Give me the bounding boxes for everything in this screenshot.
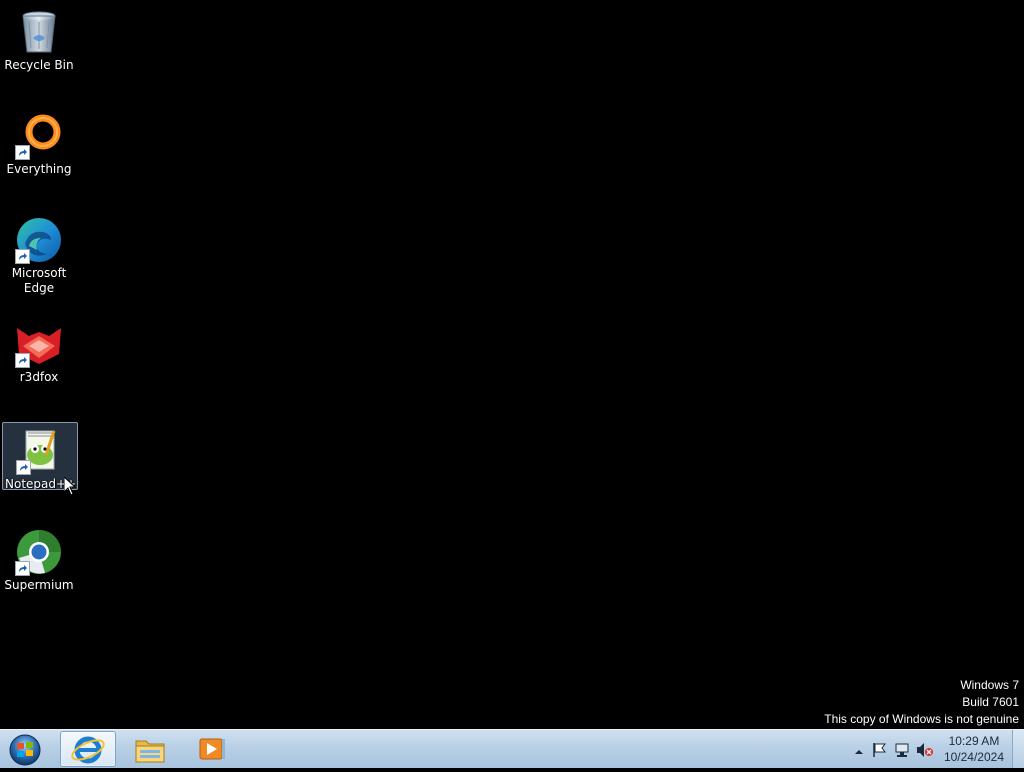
mouse-cursor-icon [63, 475, 77, 500]
notification-area: 10:29 AM 10/24/2024 [834, 730, 1024, 768]
media-player-icon [199, 738, 225, 760]
desktop-icon-everything[interactable]: Everything [2, 108, 76, 177]
watermark-genuine-notice: This copy of Windows is not genuine [824, 712, 1019, 726]
desktop-icon-r3dfox[interactable]: r3dfox [2, 316, 76, 385]
clock-date: 10/24/2024 [943, 750, 1004, 764]
windows-watermark: Windows 7 Build 7601 This copy of Window… [824, 677, 1019, 728]
desktop-icon-label: Supermium [4, 578, 74, 592]
everything-icon [15, 112, 63, 160]
desktop-icon-label: Recycle Bin [4, 58, 74, 72]
action-center-flag-icon[interactable] [872, 742, 888, 762]
desktop-icon-label: Everything [6, 162, 72, 176]
show-hidden-icons-arrow[interactable] [854, 742, 864, 761]
watermark-build: Build 7601 [962, 695, 1019, 709]
clock-time: 10:29 AM [948, 734, 1000, 748]
desktop-icon-label: r3dfox [19, 370, 59, 384]
shortcut-arrow-icon [16, 460, 31, 475]
file-explorer-icon [135, 740, 165, 763]
r3dfox-icon [15, 320, 63, 368]
start-button[interactable] [6, 732, 44, 766]
internet-explorer-icon [71, 736, 105, 764]
taskbar: 10:29 AM 10/24/2024 [0, 729, 1024, 768]
network-icon[interactable] [894, 742, 910, 762]
shortcut-arrow-icon [15, 145, 30, 160]
watermark-os-name: Windows 7 [960, 678, 1019, 692]
desktop-icon-microsoft-edge[interactable]: Microsoft Edge [2, 212, 76, 296]
desktop[interactable]: Recycle Bin Everything Microsoft Edge r3… [0, 0, 1024, 729]
show-desktop-button[interactable] [1012, 730, 1024, 768]
taskbar-file-explorer[interactable] [122, 731, 178, 767]
desktop-icon-label: Microsoft Edge [11, 266, 67, 295]
taskbar-internet-explorer[interactable] [60, 731, 116, 767]
taskbar-media-player[interactable] [184, 731, 240, 767]
desktop-icon-supermium[interactable]: Supermium [2, 524, 76, 593]
supermium-icon [15, 528, 63, 576]
system-clock[interactable]: 10:29 AM 10/24/2024 [944, 733, 1004, 765]
volume-muted-icon[interactable] [916, 742, 934, 762]
desktop-icon-recycle-bin[interactable]: Recycle Bin [2, 4, 76, 73]
shortcut-arrow-icon [15, 353, 30, 368]
shortcut-arrow-icon [15, 249, 30, 264]
notepad-plus-plus-icon [16, 427, 64, 475]
shortcut-arrow-icon [15, 561, 30, 576]
recycle-bin-icon [15, 8, 63, 56]
edge-icon [15, 216, 63, 264]
windows-start-orb-icon [9, 734, 41, 766]
